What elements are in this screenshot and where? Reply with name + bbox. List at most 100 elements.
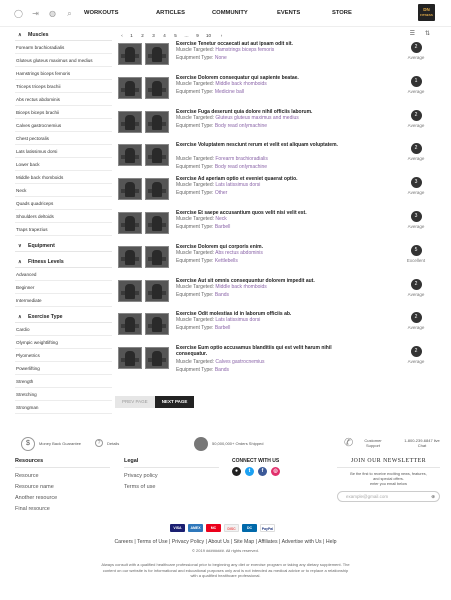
filter-muscle-item[interactable]: Shoulders deltoids (15, 210, 112, 223)
filter-fitness-item[interactable]: Beginner (15, 281, 112, 294)
equipment-value[interactable]: Kettlebells (215, 258, 238, 264)
page-link[interactable]: 3 (148, 33, 159, 38)
page-link[interactable]: 4 (159, 33, 170, 38)
exercise-thumbnail[interactable] (118, 110, 142, 133)
exercise-thumbnail[interactable] (145, 43, 169, 65)
twitter-icon[interactable]: t (245, 467, 254, 476)
facebook-icon[interactable]: f (258, 467, 267, 476)
filter-muscle-item[interactable]: Quads quadriceps (15, 197, 112, 210)
filter-type-item[interactable]: Powerlifting (15, 362, 112, 375)
nav-workouts[interactable]: WORKOUTS (84, 10, 156, 16)
search-icon[interactable]: ⌕ (65, 9, 74, 18)
muscle-value[interactable]: Lats latissimus dorsi (215, 182, 260, 188)
footer-link[interactable]: Final resource (15, 504, 110, 515)
equipment-value[interactable]: Other (215, 190, 228, 196)
page-link[interactable]: 10 (203, 33, 214, 38)
equipment-value[interactable]: Body read onlymachine (215, 164, 267, 170)
exercise-row[interactable]: Exercise Dolorem consequatur qui sapient… (118, 75, 438, 109)
equipment-value[interactable]: Body read onlymachine (215, 123, 267, 129)
next-page-button[interactable]: NEXT PAGE (154, 396, 195, 408)
page-link[interactable]: 2 (137, 33, 148, 38)
exercise-thumbnail[interactable] (145, 211, 169, 234)
filter-muscle-item[interactable]: Chest pectoralis (15, 132, 112, 145)
page-link[interactable]: 5 (170, 33, 181, 38)
send-icon[interactable]: ⊛ (431, 492, 435, 501)
filter-type-item[interactable]: Olympic weightlifting (15, 336, 112, 349)
footer-bottom-link[interactable]: Privacy Policy (172, 539, 204, 545)
muscle-value[interactable]: Abs rectus abdominis (215, 250, 263, 256)
exercise-thumbnail[interactable] (145, 279, 169, 302)
filter-muscle-item[interactable]: Forearm brachioradialis (15, 41, 112, 54)
footer-link[interactable]: Terms of use (124, 482, 219, 493)
exercise-thumbnail[interactable] (145, 144, 169, 167)
footer-bottom-link[interactable]: Site Map (234, 539, 254, 545)
filter-muscle-item[interactable]: Lower back (15, 158, 112, 171)
filter-muscle-item[interactable]: Abs rectus abdominis (15, 93, 112, 106)
exercise-thumbnail[interactable] (118, 76, 142, 99)
muscle-value[interactable]: Calves gastrocnemius (215, 359, 264, 365)
exercise-row[interactable]: Exercise Eum optio accusamus blanditiis … (118, 345, 438, 379)
newsletter-email-input[interactable]: example@gmail.com ⊛ (337, 491, 440, 502)
filter-muscle-item[interactable]: Biceps biceps brachii (15, 106, 112, 119)
exercise-thumbnail[interactable] (118, 279, 142, 302)
exercise-title[interactable]: Exercise Eum optio accusamus blanditiis … (176, 345, 356, 357)
exercise-row[interactable]: Exercise Et saepe accusantium quos velit… (118, 210, 438, 244)
equipment-value[interactable]: Bands (215, 367, 229, 373)
equipment-value[interactable]: None (215, 55, 227, 61)
muscle-value[interactable]: Middle back rhomboids (215, 284, 266, 290)
exercise-row[interactable]: Exercise Voluptatem nesciunt rerum et ve… (118, 142, 438, 176)
footer-bottom-link[interactable]: Affiliates (258, 539, 278, 545)
filter-type-item[interactable]: Plyometrics (15, 349, 112, 362)
muscle-value[interactable]: Lats latissimus dorsi (215, 317, 260, 323)
github-icon[interactable]: ● (232, 467, 241, 476)
footer-bottom-link[interactable]: Help (326, 539, 337, 545)
exercise-row[interactable]: Exercise Tenetur occaecati aut aut ipsam… (118, 41, 438, 75)
exercise-thumbnail[interactable] (145, 313, 169, 336)
exercise-thumbnail[interactable] (145, 110, 169, 133)
filter-type-item[interactable]: Strongman (15, 401, 112, 414)
filter-muscle-item[interactable]: Lats latissimus dorsi (15, 145, 112, 158)
muscle-value[interactable]: Gluteus gluteus maximus and medius (215, 115, 298, 121)
muscles-header[interactable]: ∧ Muscles (15, 30, 112, 41)
filter-muscle-item[interactable]: Hamstrings biceps femoris (15, 67, 112, 80)
exercise-thumbnail[interactable] (145, 178, 169, 201)
exercise-thumbnail[interactable] (118, 347, 142, 370)
nav-store[interactable]: STORE (332, 10, 352, 16)
exercise-thumbnail[interactable] (145, 76, 169, 99)
filter-muscle-item[interactable]: Calves gastrocnemius (15, 119, 112, 132)
footer-bottom-link[interactable]: Advertise with Us (282, 539, 322, 545)
equipment-value[interactable]: Barbell (215, 224, 231, 230)
globe-icon[interactable]: ◍ (48, 9, 57, 18)
exercise-thumbnail[interactable] (118, 313, 142, 336)
exercise-row[interactable]: Exercise Aut sit omnis consequuntur dolo… (118, 278, 438, 312)
login-icon[interactable]: ⇥ (31, 9, 40, 18)
page-link[interactable]: ‹ (118, 33, 126, 38)
filter-type-item[interactable]: Cardio (15, 323, 112, 336)
exercise-type-header[interactable]: ∧ Exercise Type (15, 312, 112, 323)
footer-link[interactable]: Resource (15, 471, 110, 482)
exercise-thumbnail[interactable] (118, 245, 142, 268)
filter-muscle-item[interactable]: Middle back rhomboids (15, 171, 112, 184)
page-link[interactable]: 1 (126, 33, 137, 38)
muscle-value[interactable]: Neck (215, 216, 226, 222)
footer-bottom-link[interactable]: Careers (114, 539, 132, 545)
exercise-row[interactable]: Exercise Ad aperiam optio et eveniet qua… (118, 176, 438, 210)
filter-muscle-item[interactable]: Triceps triceps brachii (15, 80, 112, 93)
exercise-thumbnail[interactable] (145, 245, 169, 268)
page-link[interactable]: 9 (192, 33, 203, 38)
phone-text[interactable]: 1-800-239-6847 live Chat (400, 438, 444, 448)
footer-link[interactable]: Another resource (15, 493, 110, 504)
muscle-value[interactable]: Forearm brachioradialis (215, 156, 268, 162)
exercise-thumbnail[interactable] (118, 178, 142, 201)
muscle-value[interactable]: Hamstrings biceps femoris (215, 47, 274, 53)
filter-lines-icon[interactable]: ☰ (410, 30, 415, 37)
equipment-value[interactable]: Barbell (215, 325, 231, 331)
nav-community[interactable]: COMMUNITY (212, 10, 277, 16)
equipment-header[interactable]: ∨ Equipment (15, 241, 112, 252)
filter-type-item[interactable]: Strength (15, 375, 112, 388)
filter-fitness-item[interactable]: Intermediate (15, 294, 112, 307)
exercise-thumbnail[interactable] (118, 43, 142, 65)
details-link[interactable]: Details (107, 441, 119, 446)
nav-articles[interactable]: ARTICLES (156, 10, 212, 16)
filter-muscle-item[interactable]: Gluteus gluteus maximus and medius (15, 54, 112, 67)
